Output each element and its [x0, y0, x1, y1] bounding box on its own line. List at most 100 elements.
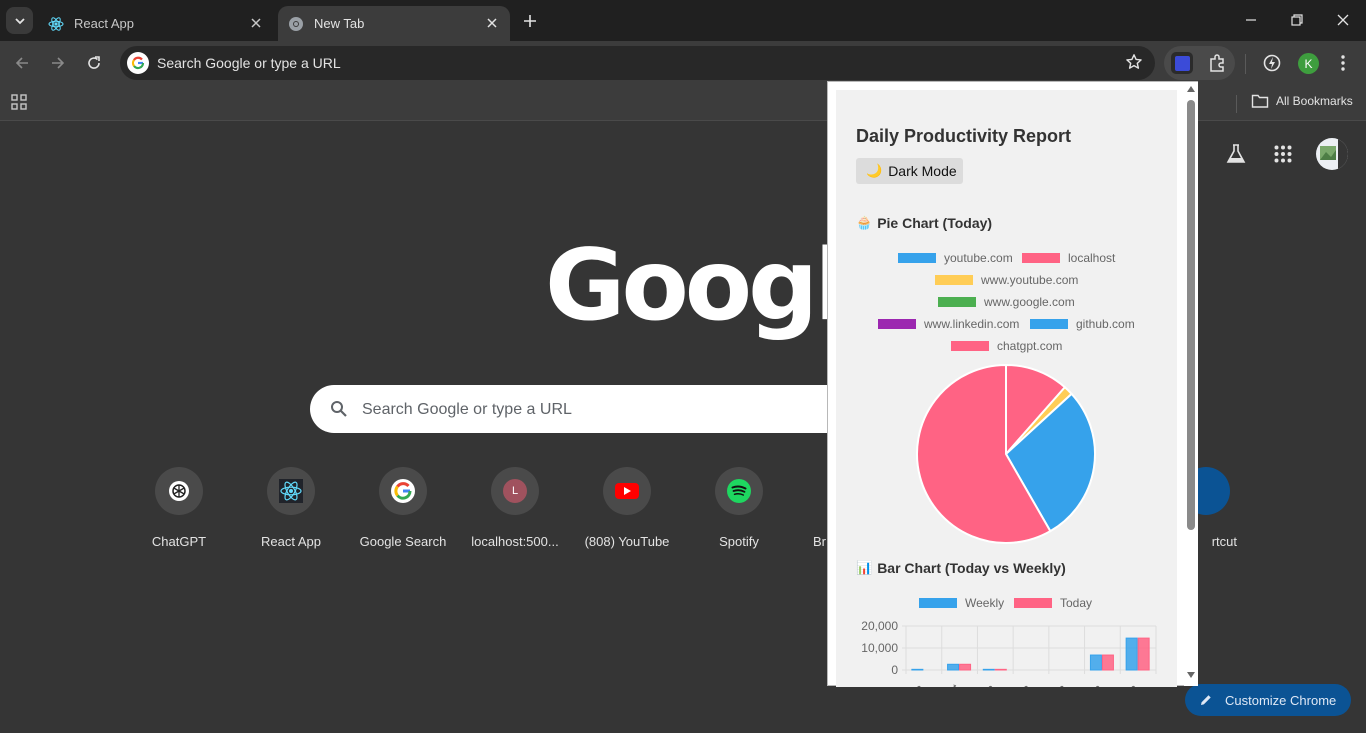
moon-icon: 🌙: [866, 163, 883, 178]
legend-label: www.linkedin.com: [924, 317, 1020, 331]
shortcut-spotify[interactable]: Spotify: [683, 467, 795, 549]
extension-square-icon: [1174, 55, 1190, 71]
bar-today-localhost[interactable]: [959, 663, 972, 671]
tab-strip: React App New Tab: [0, 0, 1366, 41]
bar-today-github-com[interactable]: [1101, 654, 1114, 671]
profile-avatar[interactable]: K: [1298, 53, 1319, 74]
customize-chrome-label: Customize Chrome: [1225, 692, 1337, 708]
y-tick-label: 10,000: [861, 641, 898, 655]
tab-search-button[interactable]: [6, 7, 33, 34]
toolbar: Search Google or type a URL K: [0, 41, 1366, 86]
search-icon: [331, 401, 347, 417]
address-bar-placeholder: Search Google or type a URL: [157, 55, 341, 71]
pie-legend-github[interactable]: github.com: [1030, 317, 1135, 331]
x-tick-label: om: [1011, 681, 1033, 687]
reload-icon: [88, 56, 100, 69]
bar-weekly-chatgpt-com[interactable]: [1125, 637, 1138, 671]
dark-mode-button[interactable]: 🌙 Dark Mode: [856, 158, 963, 184]
legend-label: localhost: [1068, 251, 1116, 265]
bookmarks-divider: [1236, 95, 1237, 113]
reload-button[interactable]: [79, 48, 109, 78]
legend-swatch: [919, 598, 957, 608]
bar-weekly-youtube-com[interactable]: [911, 668, 924, 671]
spotify-icon: [715, 467, 763, 515]
pie-legend-localhost[interactable]: localhost: [1022, 251, 1115, 265]
shortcut-react-app[interactable]: React App: [235, 467, 347, 549]
legend-swatch: [1030, 319, 1068, 329]
arrow-left-icon: [15, 57, 28, 69]
shortcut-youtube[interactable]: (808) YouTube: [571, 467, 683, 549]
extension-popup: Daily Productivity Report 🌙 Dark Mode 🧁 …: [827, 81, 1198, 687]
extensions-area: [1164, 46, 1235, 80]
extensions-puzzle-icon[interactable]: [1207, 53, 1227, 78]
scroll-up-icon[interactable]: [1187, 86, 1195, 92]
bar-weekly-github-com[interactable]: [1089, 654, 1102, 671]
productivity-extension-button[interactable]: [1171, 52, 1193, 74]
shortcut-label: React App: [261, 534, 321, 549]
google-apps-icon[interactable]: [1274, 145, 1292, 168]
tab-react-app[interactable]: React App: [38, 6, 274, 41]
bar-today-chatgpt-com[interactable]: [1137, 637, 1150, 671]
address-bar[interactable]: Search Google or type a URL: [120, 46, 1155, 80]
bar-chart: 20,000 10,000 0 om ost om om om om om: [861, 619, 1157, 687]
legend-swatch: [951, 341, 989, 351]
pie-legend-chatgpt[interactable]: chatgpt.com: [951, 339, 1062, 353]
restore-icon: [1291, 14, 1303, 26]
youtube-icon: [603, 467, 651, 515]
legend-label: github.com: [1076, 317, 1135, 331]
chatgpt-icon: [155, 467, 203, 515]
google-icon: [127, 52, 149, 74]
x-tick-label: om: [975, 681, 997, 687]
y-tick-label: 0: [891, 663, 898, 677]
shortcut-label: (808) YouTube: [584, 534, 670, 549]
new-tab-button[interactable]: [519, 10, 541, 32]
bookmark-star-icon[interactable]: [1125, 53, 1143, 76]
minimize-button[interactable]: [1228, 6, 1274, 34]
pie-legend-linkedin[interactable]: www.linkedin.com: [878, 317, 1019, 331]
close-window-button[interactable]: [1320, 6, 1366, 34]
ntp-search-placeholder: Search Google or type a URL: [362, 401, 572, 418]
shortcut-chatgpt[interactable]: ChatGPT: [123, 467, 235, 549]
chevron-down-icon: [14, 17, 25, 24]
all-bookmarks-button[interactable]: All Bookmarks: [1251, 93, 1353, 109]
menu-kebab-icon[interactable]: [1333, 53, 1353, 78]
bar-weekly-www-youtube-com[interactable]: [982, 668, 995, 671]
restore-button[interactable]: [1274, 6, 1320, 34]
plus-icon: [524, 15, 536, 27]
pie-legend-www-youtube[interactable]: www.youtube.com: [935, 273, 1078, 287]
scroll-down-icon[interactable]: [1187, 672, 1195, 678]
apps-grid-icon[interactable]: [11, 94, 27, 115]
legend-swatch: [898, 253, 936, 263]
x-tick-label: om: [1047, 681, 1069, 687]
account-avatar[interactable]: [1316, 138, 1348, 170]
popup-scrollbar[interactable]: [1184, 82, 1198, 686]
performance-icon[interactable]: [1262, 53, 1282, 78]
x-tick-label: om: [1118, 681, 1140, 687]
legend-label: www.google.com: [984, 295, 1075, 309]
minimize-icon: [1246, 19, 1256, 21]
pie-legend-www-google[interactable]: www.google.com: [938, 295, 1075, 309]
back-button[interactable]: [7, 48, 37, 78]
x-tick-label: ost: [940, 681, 962, 687]
pie-legend-youtube[interactable]: youtube.com: [898, 251, 1013, 265]
pencil-icon: [1201, 695, 1211, 705]
report-container: Daily Productivity Report 🌙 Dark Mode 🧁 …: [836, 90, 1177, 687]
bar-today-www-youtube-com[interactable]: [994, 668, 1007, 671]
shortcut-localhost[interactable]: L localhost:500...: [459, 467, 571, 549]
forward-button[interactable]: [43, 48, 73, 78]
bar-weekly-localhost[interactable]: [947, 663, 960, 671]
close-tab-icon[interactable]: [482, 13, 502, 33]
bar-section-title: 📊 Bar Chart (Today vs Weekly): [856, 560, 1066, 576]
letter-l-icon: L: [491, 467, 539, 515]
x-tick-label: om: [1082, 681, 1104, 687]
legend-label: chatgpt.com: [997, 339, 1063, 353]
close-tab-icon[interactable]: [246, 13, 266, 33]
scroll-thumb[interactable]: [1187, 100, 1195, 530]
google-icon: [379, 467, 427, 515]
customize-chrome-button[interactable]: Customize Chrome: [1185, 684, 1351, 716]
shortcut-google-search[interactable]: Google Search: [347, 467, 459, 549]
legend-swatch: [1022, 253, 1060, 263]
labs-flask-icon[interactable]: [1225, 143, 1247, 170]
chrome-icon: [289, 16, 303, 31]
tab-new-tab[interactable]: New Tab: [278, 6, 510, 41]
